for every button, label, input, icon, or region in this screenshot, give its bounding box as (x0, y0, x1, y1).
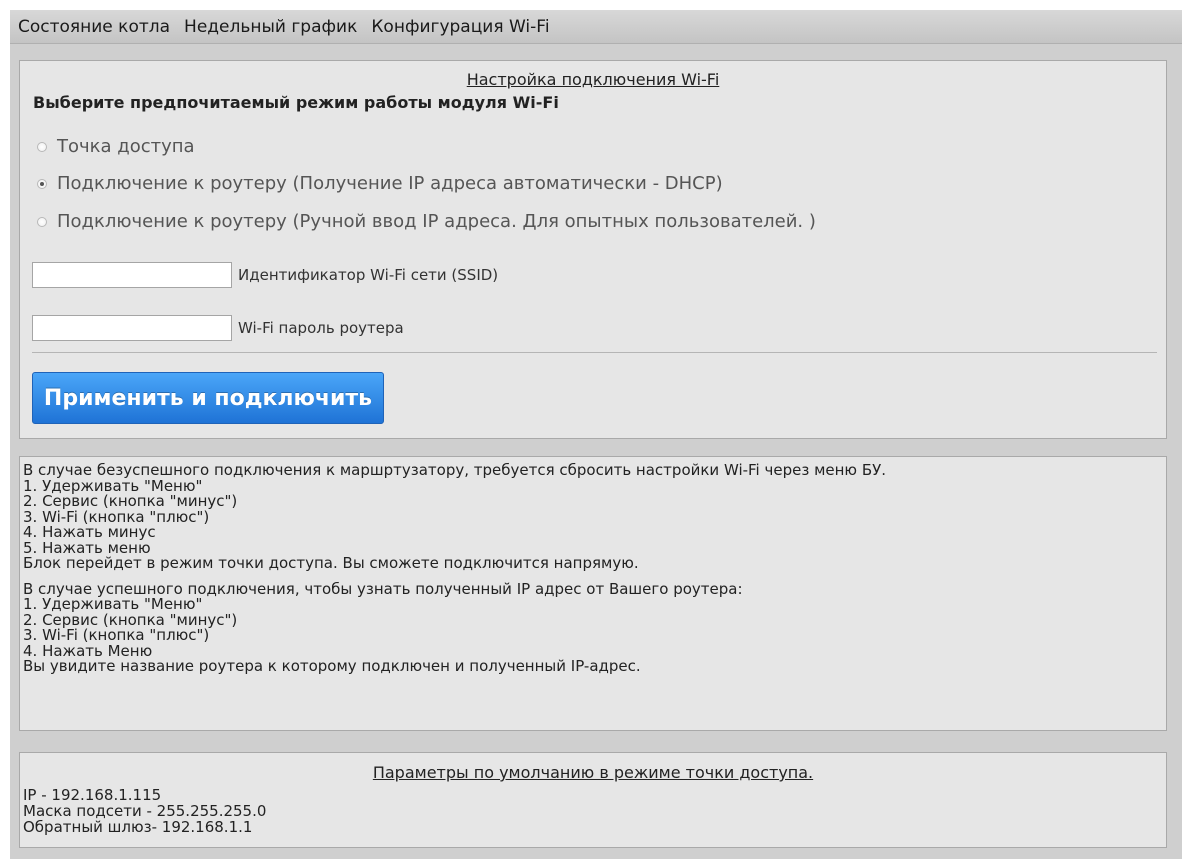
content-area: Настройка подключения Wi-Fi Выберите пре… (10, 44, 1182, 859)
fail-result: Блок перейдет в режим точки доступа. Вы … (23, 554, 639, 572)
top-navigation: Состояние котла Недельный график Конфигу… (10, 10, 1182, 44)
access-point-label: Точка доступа (57, 136, 195, 157)
password-row: Wi-Fi пароль роутера (32, 315, 404, 341)
success-result: Вы увидите название роутера к которому п… (23, 657, 641, 675)
nav-wifi-config[interactable]: Конфигурация Wi-Fi (371, 17, 549, 37)
wifi-settings-title: Настройка подключения Wi-Fi (466, 70, 720, 89)
defaults-title: Параметры по умолчанию в режиме точки до… (372, 763, 814, 782)
password-label: Wi-Fi пароль роутера (238, 319, 404, 337)
nav-boiler-status[interactable]: Состояние котла (18, 17, 170, 37)
access-point-radio[interactable] (37, 142, 47, 152)
router-dhcp-radio[interactable] (37, 179, 47, 189)
form-divider (32, 352, 1157, 353)
default-mask: Маска подсети - 255.255.255.0 (23, 802, 267, 820)
router-manual-label: Подключение к роутеру (Ручной ввод IP ад… (57, 211, 816, 232)
instructions-panel: В случае безуспешного подключения к марш… (19, 456, 1167, 731)
mode-option-router-dhcp[interactable]: Подключение к роутеру (Получение IP адре… (37, 173, 723, 195)
ssid-input[interactable] (32, 262, 232, 288)
ssid-label: Идентификатор Wi-Fi сети (SSID) (238, 266, 499, 284)
nav-weekly-schedule[interactable]: Недельный график (184, 17, 357, 37)
router-manual-radio[interactable] (37, 217, 47, 227)
fail-step: 4. Нажать минус (23, 523, 156, 541)
wifi-settings-panel: Настройка подключения Wi-Fi Выберите пре… (19, 60, 1167, 439)
mode-option-router-manual[interactable]: Подключение к роутеру (Ручной ввод IP ад… (37, 211, 816, 233)
defaults-text: IP - 192.168.1.115 Маска подсети - 255.2… (23, 787, 266, 835)
mode-heading: Выберите предпочитаемый режим работы мод… (33, 93, 559, 112)
password-input[interactable] (32, 315, 232, 341)
success-step: 3. Wi-Fi (кнопка "плюс") (23, 626, 210, 644)
instructions-text: В случае безуспешного подключения к марш… (23, 462, 886, 675)
mode-option-access-point[interactable]: Точка доступа (37, 136, 195, 158)
router-dhcp-label: Подключение к роутеру (Получение IP адре… (57, 173, 723, 194)
defaults-panel: Параметры по умолчанию в режиме точки до… (19, 752, 1167, 848)
apply-connect-button[interactable]: Применить и подключить (32, 372, 384, 424)
ssid-row: Идентификатор Wi-Fi сети (SSID) (32, 262, 498, 288)
default-gateway: Обратный шлюз- 192.168.1.1 (23, 818, 253, 836)
default-ip: IP - 192.168.1.115 (23, 786, 162, 804)
